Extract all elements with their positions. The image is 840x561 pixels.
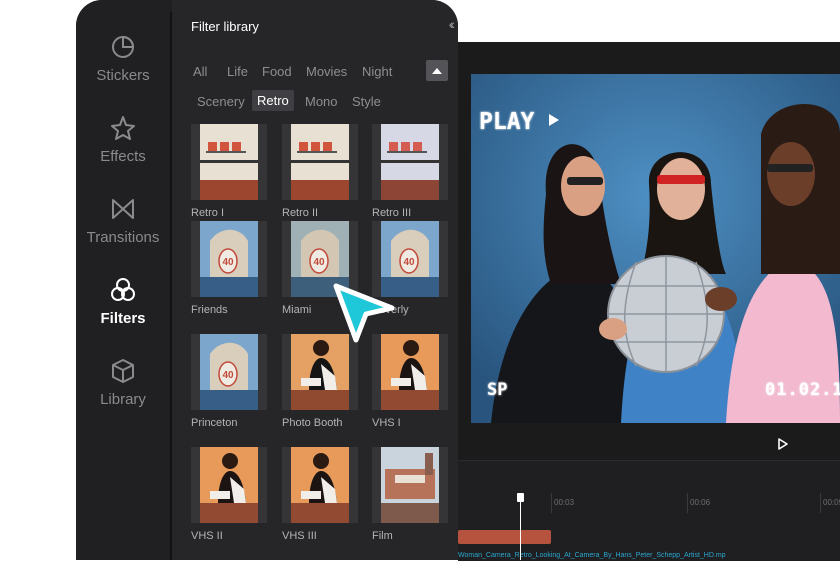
filter-label: Film (372, 530, 393, 542)
vhs-date-label: 01.02.1 (765, 380, 840, 400)
filter-preview-image: 40 (381, 221, 439, 277)
filter-tile[interactable]: 40 Friends (191, 221, 267, 316)
sidebar-item-library[interactable]: Library (76, 357, 170, 408)
filter-preview-image (381, 447, 439, 503)
filter-label: Retro III (372, 207, 412, 219)
filter-tile[interactable]: Film (372, 447, 448, 542)
playhead-handle[interactable] (517, 493, 524, 502)
filter-thumbnail (191, 124, 267, 200)
timeline[interactable] (458, 460, 840, 561)
filter-tile[interactable]: Photo Booth (282, 334, 358, 429)
sidebar-item-transitions[interactable]: Transitions (76, 195, 170, 246)
category-food[interactable]: Food (262, 64, 292, 79)
sidebar: Stickers Effects Transitions Filters Lib… (76, 0, 170, 560)
sidebar-item-stickers[interactable]: Stickers (76, 33, 170, 84)
filter-tile[interactable]: Retro I (191, 124, 267, 219)
category-style[interactable]: Style (352, 94, 381, 109)
filter-thumbnail: 40 (191, 334, 267, 410)
tick-line (551, 493, 552, 513)
filter-preview-image (291, 124, 349, 180)
tick-label: 00:09 (823, 498, 840, 507)
filters-icon (111, 278, 135, 301)
vhs-sp-label: SP (487, 380, 508, 400)
filter-thumbnail (191, 447, 267, 523)
tick-label: 00:03 (554, 498, 575, 507)
vhs-play-label: PLAY (479, 109, 535, 135)
filter-label: VHS I (372, 417, 401, 429)
filter-preview-image (200, 124, 258, 180)
sparkle-icon (111, 116, 135, 140)
filter-thumbnail: 40 (191, 221, 267, 297)
sticker-icon (112, 35, 135, 58)
filter-label: Friends (191, 304, 228, 316)
video-track-filename[interactable]: Woman_Camera_Retro_Looking_At_Camera_By_… (458, 552, 726, 559)
filter-thumbnail (372, 334, 448, 410)
filter-preview-image (200, 447, 258, 503)
category-all[interactable]: All (193, 64, 207, 79)
svg-text:40: 40 (403, 257, 415, 268)
filter-tile[interactable]: Retro II (282, 124, 358, 219)
filter-tile[interactable]: VHS I (372, 334, 448, 429)
category-night[interactable]: Night (362, 64, 392, 79)
playhead[interactable] (520, 493, 521, 560)
filter-preview-image (291, 447, 349, 503)
filter-label: Retro II (282, 207, 319, 219)
filter-label: Princeton (191, 417, 238, 429)
svg-text:40: 40 (313, 257, 325, 268)
filter-tile[interactable]: 40 Princeton (191, 334, 267, 429)
sidebar-item-filters[interactable]: Filters (76, 276, 170, 327)
sidebar-item-label: Stickers (96, 67, 150, 84)
sidebar-item-label: Library (100, 391, 146, 408)
play-icon[interactable] (777, 438, 789, 450)
filter-tile[interactable]: VHS II (191, 447, 267, 542)
video-preview[interactable]: PLAY SP 01.02.1 (471, 74, 840, 423)
filter-tile[interactable]: Retro III (372, 124, 448, 219)
filter-label: VHS II (191, 530, 223, 542)
sidebar-item-label: Filters (100, 310, 146, 327)
filter-preview-image: 40 (200, 221, 258, 277)
filter-thumbnail (372, 447, 448, 523)
svg-text:40: 40 (222, 370, 234, 381)
cube-icon (112, 359, 134, 383)
sidebar-item-label: Transitions (86, 229, 160, 246)
filter-thumbnail (282, 124, 358, 200)
bowtie-icon (112, 199, 134, 219)
filter-label: VHS III (282, 530, 317, 542)
filter-preview-image: 40 (200, 334, 258, 390)
svg-text:40: 40 (222, 257, 234, 268)
sidebar-item-label: Effects (100, 148, 146, 165)
tick-label: 00:06 (690, 498, 711, 507)
editor-panel: Stickers Effects Transitions Filters Lib… (76, 0, 458, 560)
filter-preview-image (381, 124, 439, 180)
filter-label: Photo Booth (282, 417, 343, 429)
double-chevron-left-icon[interactable]: ‹‹ (449, 16, 456, 32)
filter-library: Filter library ‹‹ All Life Food Movies N… (172, 0, 458, 560)
category-life[interactable]: Life (227, 64, 248, 79)
filter-thumbnail (282, 334, 358, 410)
vhs-play-triangle (549, 114, 559, 126)
tick-line (687, 493, 688, 513)
category-scenery[interactable]: Scenery (197, 94, 245, 109)
pointer-cursor-icon (333, 283, 395, 343)
filter-clip[interactable] (458, 530, 551, 544)
category-retro[interactable]: Retro (252, 90, 294, 111)
library-title: Filter library (191, 19, 259, 34)
filter-label: Retro I (191, 207, 225, 219)
filter-thumbnail (282, 447, 358, 523)
tick-line (820, 493, 821, 513)
filter-thumbnail (372, 124, 448, 200)
category-mono[interactable]: Mono (305, 94, 338, 109)
filter-tile[interactable]: VHS III (282, 447, 358, 542)
category-movies[interactable]: Movies (306, 64, 347, 79)
filter-preview-image: 40 (291, 221, 349, 277)
collapse-categories-button[interactable] (426, 60, 448, 81)
sidebar-item-effects[interactable]: Effects (76, 114, 170, 165)
